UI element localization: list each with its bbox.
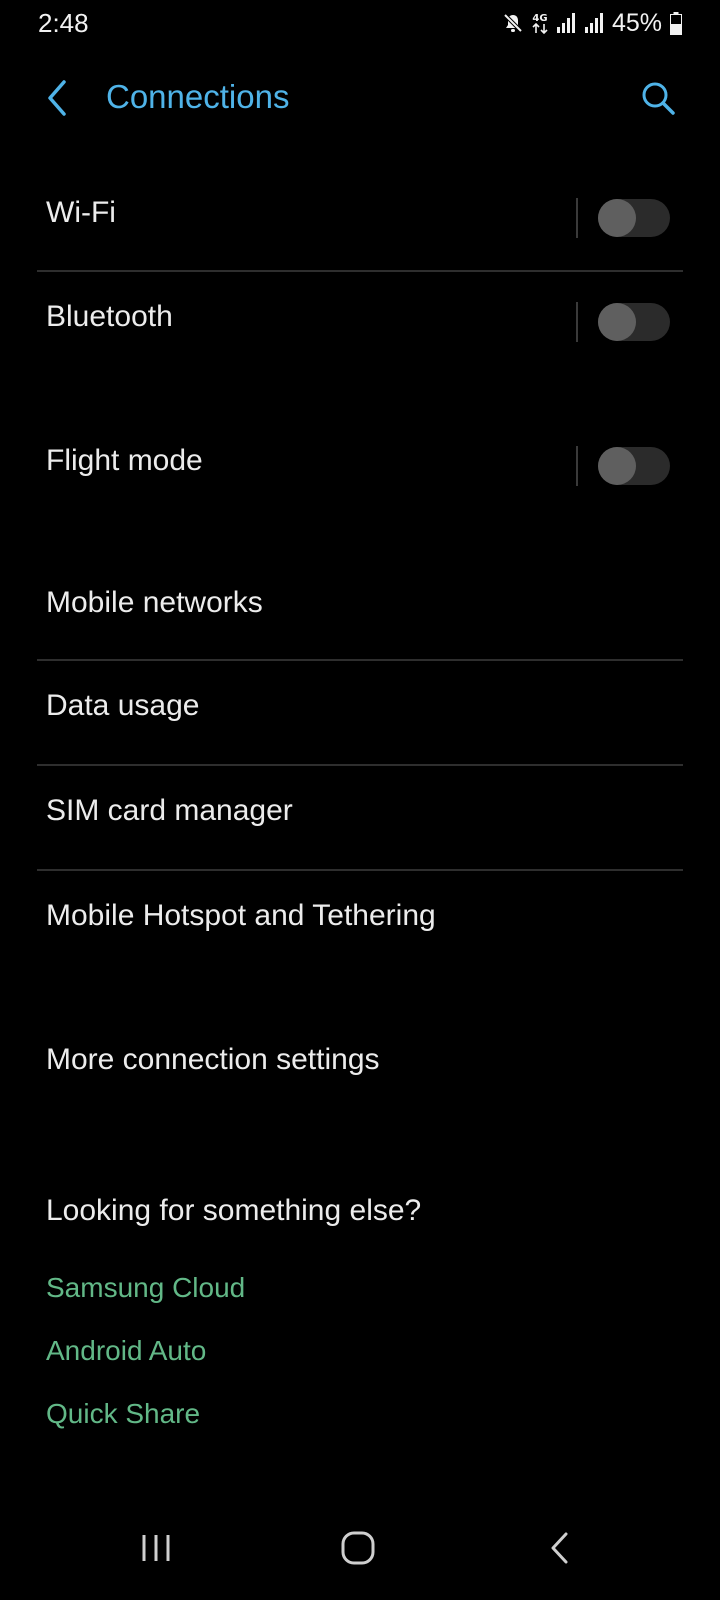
toggle-divider — [576, 446, 578, 486]
setting-label-data-usage: Data usage — [46, 689, 200, 722]
link-samsung-cloud[interactable]: Samsung Cloud — [46, 1272, 245, 1304]
setting-row-data-usage[interactable]: Data usage — [0, 661, 720, 765]
connections-screen: 2:48 4G 45% Connections Wi-Fi Bluetooth … — [0, 0, 720, 1600]
setting-label-mobile-networks: Mobile networks — [46, 586, 263, 619]
back-button[interactable] — [34, 76, 82, 124]
home-icon — [340, 1530, 376, 1571]
search-button[interactable] — [634, 76, 682, 124]
setting-row-sim-card-manager[interactable]: SIM card manager — [0, 766, 720, 870]
chevron-left-icon — [44, 78, 72, 123]
setting-label-flight-mode: Flight mode — [46, 444, 203, 477]
toggle-knob — [598, 199, 636, 237]
navigation-bar — [0, 1500, 720, 1600]
page-title: Connections — [106, 78, 290, 115]
app-bar: Connections — [0, 60, 720, 140]
recents-icon — [138, 1532, 174, 1569]
wifi-toggle[interactable] — [598, 199, 670, 237]
home-button[interactable] — [326, 1518, 390, 1582]
flight-mode-toggle[interactable] — [598, 447, 670, 485]
bluetooth-toggle[interactable] — [598, 303, 670, 341]
setting-label-bluetooth: Bluetooth — [46, 300, 173, 333]
setting-row-wifi[interactable]: Wi-Fi — [0, 166, 720, 270]
battery-percentage: 45% — [611, 8, 662, 37]
toggle-knob — [598, 447, 636, 485]
toggle-divider — [576, 198, 578, 238]
suggestions-heading: Looking for something else? — [46, 1194, 422, 1227]
setting-row-bluetooth[interactable]: Bluetooth — [0, 272, 720, 376]
status-time: 2:48 — [38, 8, 89, 38]
link-quick-share[interactable]: Quick Share — [46, 1398, 200, 1430]
status-bar: 2:48 4G 45% — [0, 0, 720, 46]
battery-icon — [670, 11, 682, 35]
setting-label-wifi: Wi-Fi — [46, 196, 116, 229]
link-android-auto[interactable]: Android Auto — [46, 1335, 206, 1367]
mute-icon — [502, 12, 524, 34]
signal-icon — [556, 12, 576, 34]
toggle-knob — [598, 303, 636, 341]
setting-label-hotspot: Mobile Hotspot and Tethering — [46, 899, 436, 932]
status-icons: 4G 45% — [502, 8, 682, 38]
setting-row-more-connection-settings[interactable]: More connection settings — [0, 1013, 720, 1117]
network-type-icon: 4G — [532, 11, 548, 35]
setting-label-more-connection-settings: More connection settings — [46, 1043, 380, 1076]
signal-icon-2 — [584, 12, 604, 34]
toggle-divider — [576, 302, 578, 342]
setting-row-flight-mode[interactable]: Flight mode — [0, 414, 720, 518]
search-icon — [640, 80, 676, 121]
setting-label-sim-card-manager: SIM card manager — [46, 794, 293, 827]
recents-button[interactable] — [124, 1518, 188, 1582]
nav-back-button[interactable] — [528, 1518, 592, 1582]
setting-row-mobile-networks[interactable]: Mobile networks — [0, 556, 720, 660]
setting-row-hotspot[interactable]: Mobile Hotspot and Tethering — [0, 871, 720, 975]
nav-back-icon — [547, 1530, 573, 1571]
svg-text:4G: 4G — [532, 13, 547, 24]
